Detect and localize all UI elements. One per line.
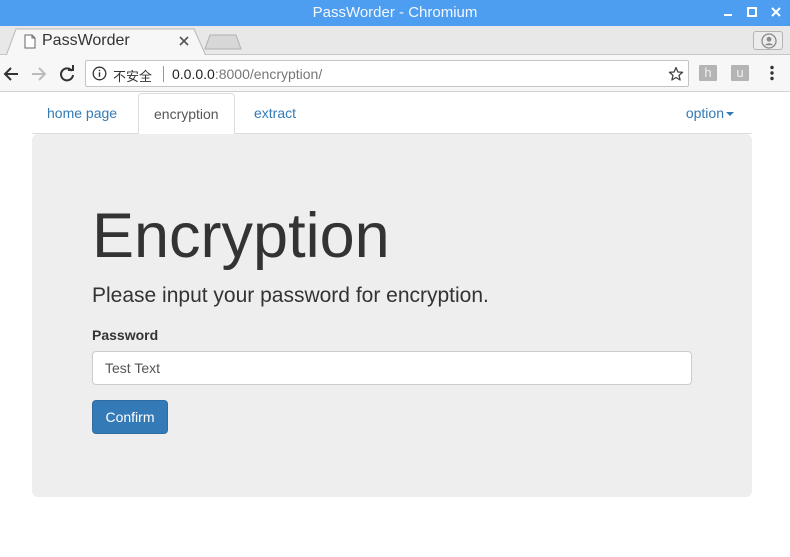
profile-button[interactable]	[753, 31, 783, 50]
window-titlebar: PassWorder - Chromium	[0, 0, 790, 26]
page-content: home page encryption extract option Encr…	[0, 93, 790, 557]
tab-strip: PassWorder	[0, 26, 790, 56]
reload-icon[interactable]	[56, 63, 78, 85]
site-nav: home page encryption extract option	[32, 93, 752, 135]
confirm-button[interactable]: Confirm	[92, 400, 168, 434]
password-label: Password	[92, 327, 159, 343]
info-icon[interactable]	[92, 66, 107, 86]
menu-icon[interactable]	[764, 65, 780, 86]
url-text: 0.0.0.0:8000/encryption/	[172, 66, 323, 82]
tab-title: PassWorder	[42, 32, 130, 49]
extension-h-button[interactable]: h	[699, 65, 717, 81]
window-title: PassWorder - Chromium	[312, 4, 478, 21]
address-bar[interactable]: 不安全 0.0.0.0:8000/encryption/	[85, 60, 689, 87]
back-icon[interactable]	[1, 63, 23, 85]
lead-text: Please input your password for encryptio…	[92, 284, 489, 307]
profile-icon	[761, 33, 777, 49]
omnibox-divider	[163, 66, 164, 82]
page-title: Encryption	[92, 201, 390, 271]
password-input[interactable]	[92, 351, 692, 385]
star-icon[interactable]	[668, 66, 684, 87]
extension-u-button[interactable]: u	[731, 65, 749, 81]
browser-tab[interactable]: PassWorder	[6, 28, 207, 56]
jumbotron: Encryption Please input your password fo…	[32, 134, 752, 497]
option-dropdown[interactable]: option	[671, 93, 734, 134]
window-close-icon[interactable]	[767, 3, 785, 21]
tab-extract[interactable]: extract	[239, 93, 311, 134]
forward-icon[interactable]	[28, 63, 50, 85]
browser-toolbar: 不安全 0.0.0.0:8000/encryption/ h u	[0, 55, 790, 92]
option-label: option	[685, 105, 724, 121]
maximize-icon[interactable]	[743, 3, 761, 21]
tab-encryption[interactable]: encryption	[138, 93, 235, 135]
minimize-icon[interactable]	[719, 3, 737, 21]
new-tab-button[interactable]	[204, 34, 242, 55]
security-label: 不安全	[113, 70, 153, 85]
tab-home-page[interactable]: home page	[32, 93, 132, 134]
caret-down-icon	[726, 112, 734, 117]
